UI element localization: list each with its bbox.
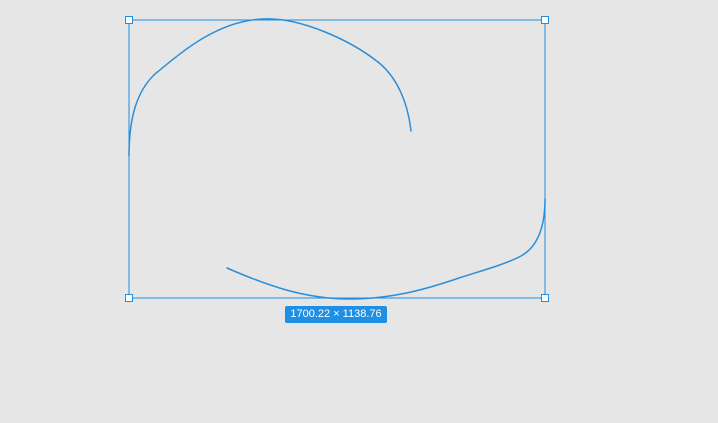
dimensions-badge: 1700.22 × 1138.76 xyxy=(285,306,387,323)
bottom-left-handle[interactable] xyxy=(125,294,133,302)
top-left-handle[interactable] xyxy=(125,16,133,24)
design-canvas[interactable]: 1700.22 × 1138.76 xyxy=(0,0,718,423)
canvas-overlay xyxy=(125,16,549,302)
top-right-handle[interactable] xyxy=(541,16,549,24)
upper-arc-stroke[interactable] xyxy=(128,18,412,157)
bottom-right-handle[interactable] xyxy=(541,294,549,302)
lower-arc-stroke[interactable] xyxy=(226,198,546,300)
selection-bounding-box xyxy=(128,19,546,299)
